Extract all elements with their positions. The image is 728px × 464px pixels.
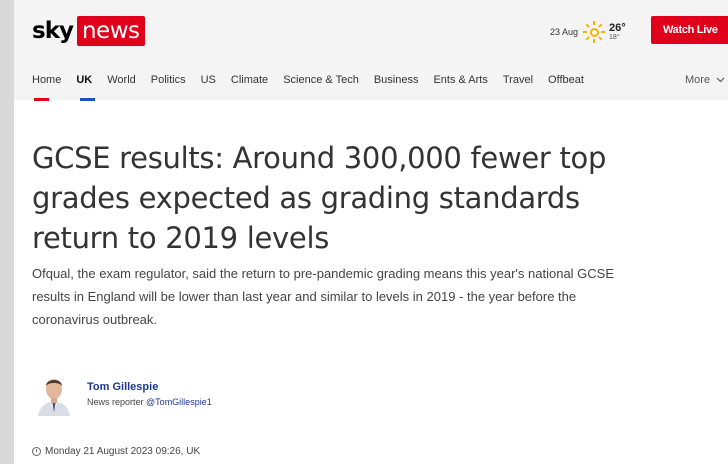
temp-high: 26°: [609, 22, 626, 34]
nav-item-science-tech[interactable]: Science & Tech: [283, 74, 359, 86]
weather-widget[interactable]: 23 Aug 26° 18°: [550, 20, 626, 44]
article-headline: GCSE results: Around 300,000 fewer top g…: [32, 141, 607, 255]
sky-news-logo[interactable]: sky news: [32, 14, 145, 48]
logo-news-badge: news: [76, 16, 145, 46]
nav-item-climate[interactable]: Climate: [231, 74, 268, 86]
author-role: News reporter @TomGillespie1: [87, 397, 212, 407]
chevron-down-icon: [716, 77, 725, 83]
author-name-link[interactable]: Tom Gillespie: [87, 381, 158, 393]
nav-item-us[interactable]: US: [201, 74, 216, 86]
nav-item-travel[interactable]: Travel: [503, 74, 533, 86]
article-standfirst: Ofqual, the exam regulator, said the ret…: [32, 266, 615, 327]
nav-item-ents-arts[interactable]: Ents & Arts: [433, 74, 487, 86]
sun-icon: [583, 21, 606, 43]
nav-item-offbeat[interactable]: Offbeat: [548, 74, 584, 86]
timestamp-text: Monday 21 August 2023 09:26, UK: [45, 446, 201, 457]
nav-more-button[interactable]: More: [685, 74, 725, 86]
author-avatar[interactable]: [36, 372, 72, 416]
watch-live-button[interactable]: Watch Live: [651, 16, 728, 44]
clock-icon: [32, 447, 41, 456]
main-nav: Home UK World Politics US Climate Scienc…: [32, 74, 599, 86]
logo-sky-text: sky: [32, 18, 74, 44]
nav-home-underline: [34, 98, 49, 101]
nav-item-uk[interactable]: UK: [76, 74, 92, 86]
nav-more-label: More: [685, 74, 711, 86]
article-timestamp: Monday 21 August 2023 09:26, UK: [32, 446, 200, 457]
author-photo: [36, 372, 72, 416]
author-role-label: News reporter: [87, 397, 144, 407]
nav-item-world[interactable]: World: [107, 74, 136, 86]
nav-active-underline: [80, 98, 95, 101]
author-twitter-handle[interactable]: @TomGillespie1: [146, 397, 212, 407]
temp-low: 18°: [609, 34, 620, 41]
weather-temps: 26° 18°: [609, 22, 626, 42]
weather-date: 23 Aug: [550, 27, 579, 37]
nav-item-home[interactable]: Home: [32, 74, 61, 86]
nav-item-politics[interactable]: Politics: [151, 74, 186, 86]
nav-item-business[interactable]: Business: [374, 74, 419, 86]
